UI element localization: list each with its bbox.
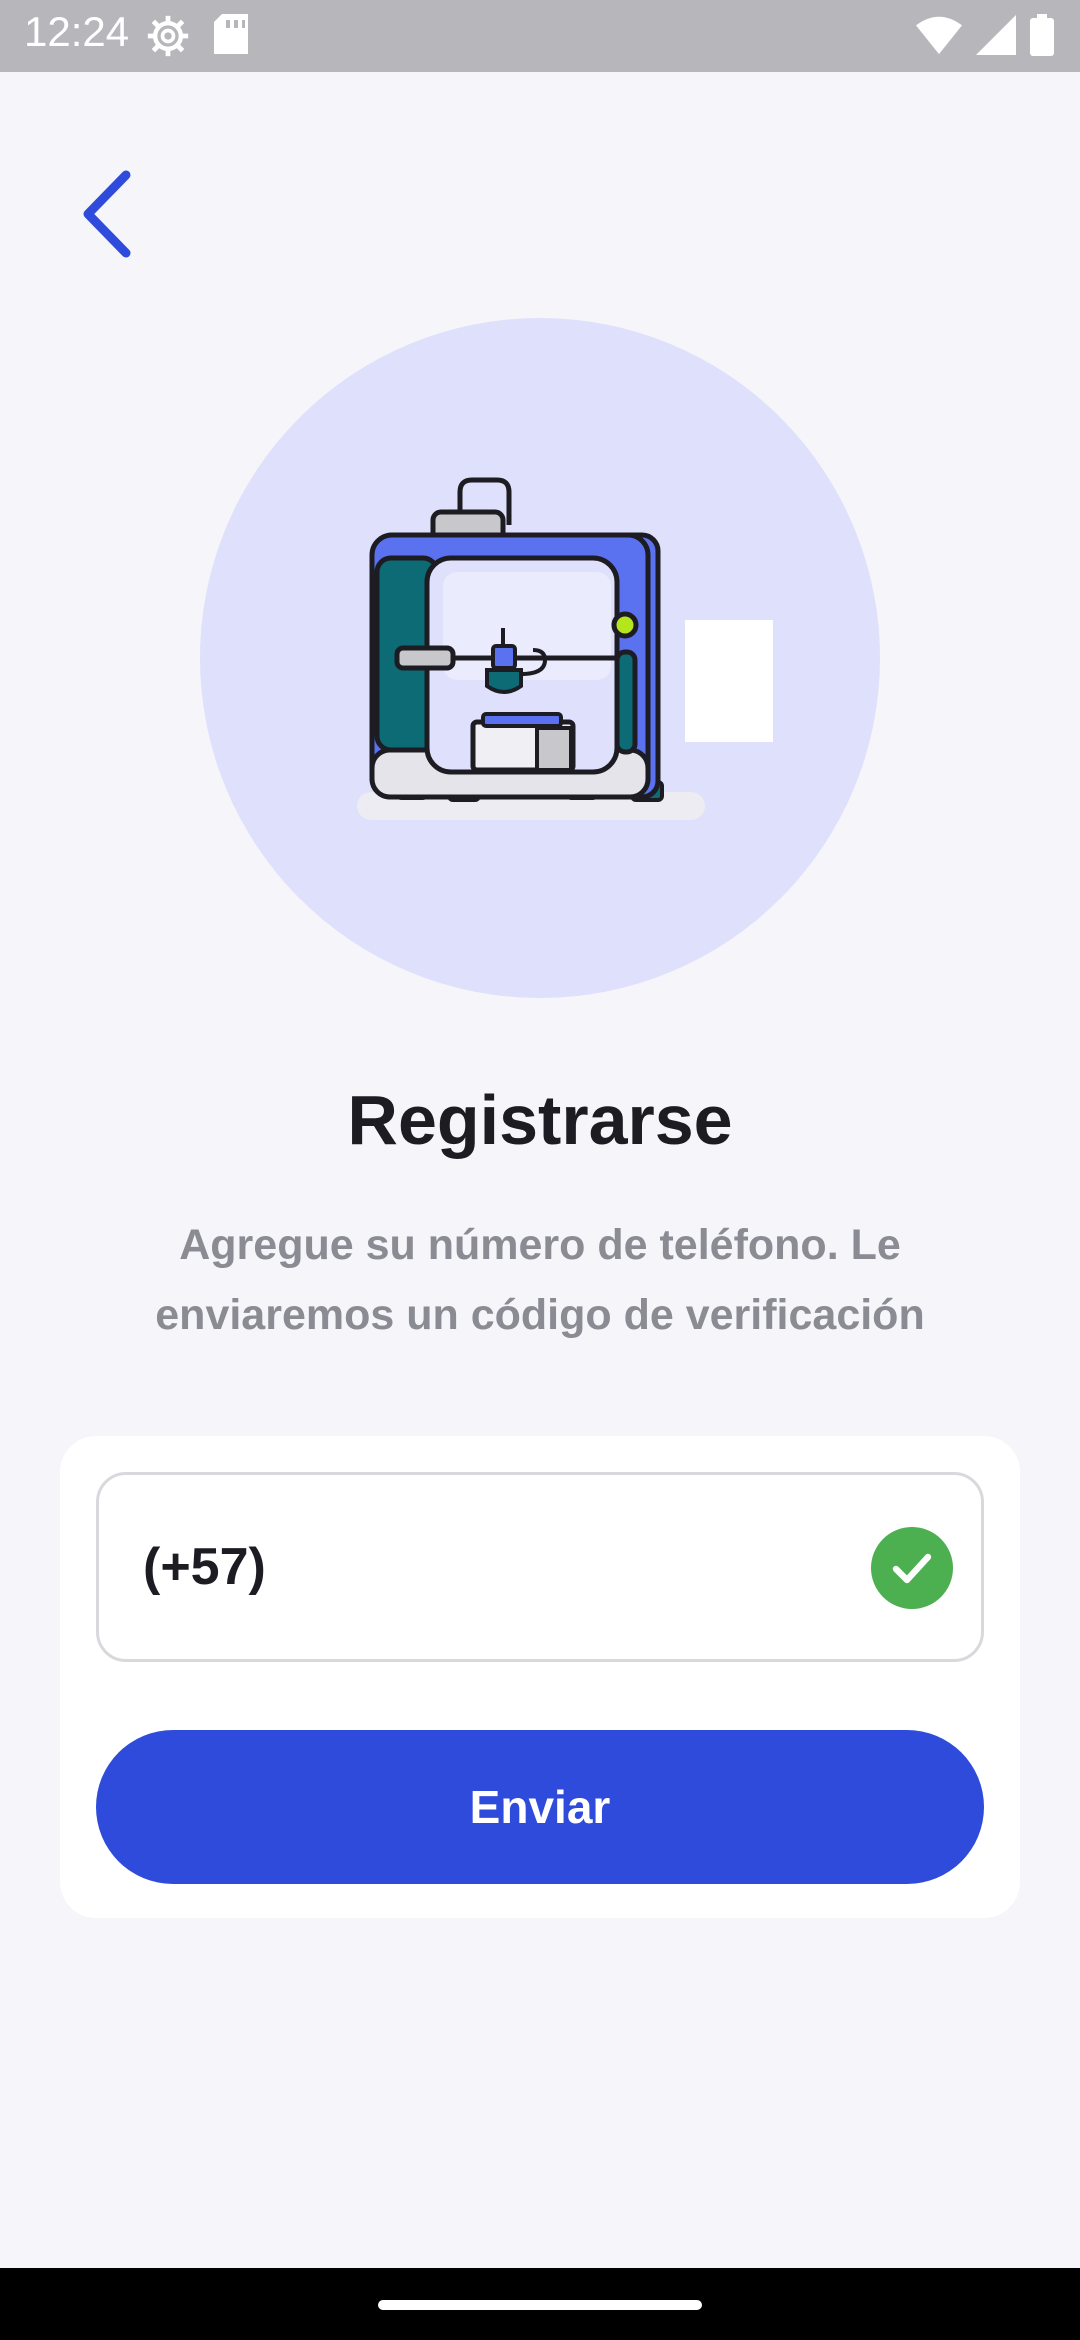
status-bar: 12:24 <box>0 0 1080 72</box>
home-indicator[interactable] <box>378 2300 702 2310</box>
signal-icon <box>976 15 1016 60</box>
page-subtitle: Agregue su número de teléfono. Le enviar… <box>155 1221 925 1339</box>
check-circle-icon <box>871 1527 953 1609</box>
status-right-icons <box>916 14 1054 61</box>
settings-icon <box>146 14 190 63</box>
wifi-icon <box>916 15 962 60</box>
battery-icon <box>1030 14 1054 61</box>
phone-form-card: (+57) Enviar <box>60 1436 1020 1918</box>
back-button[interactable] <box>68 166 148 266</box>
status-left-icons <box>146 14 248 63</box>
page-title: Registrarse <box>347 1081 733 1159</box>
chevron-left-icon <box>78 169 138 264</box>
send-button[interactable]: Enviar <box>96 1730 984 1884</box>
3d-printer-illustration <box>355 460 775 840</box>
phone-input[interactable]: (+57) <box>96 1472 984 1662</box>
status-time: 12:24 <box>24 8 130 55</box>
sd-card-icon <box>214 14 248 63</box>
phone-input-value: (+57) <box>143 1538 266 1596</box>
